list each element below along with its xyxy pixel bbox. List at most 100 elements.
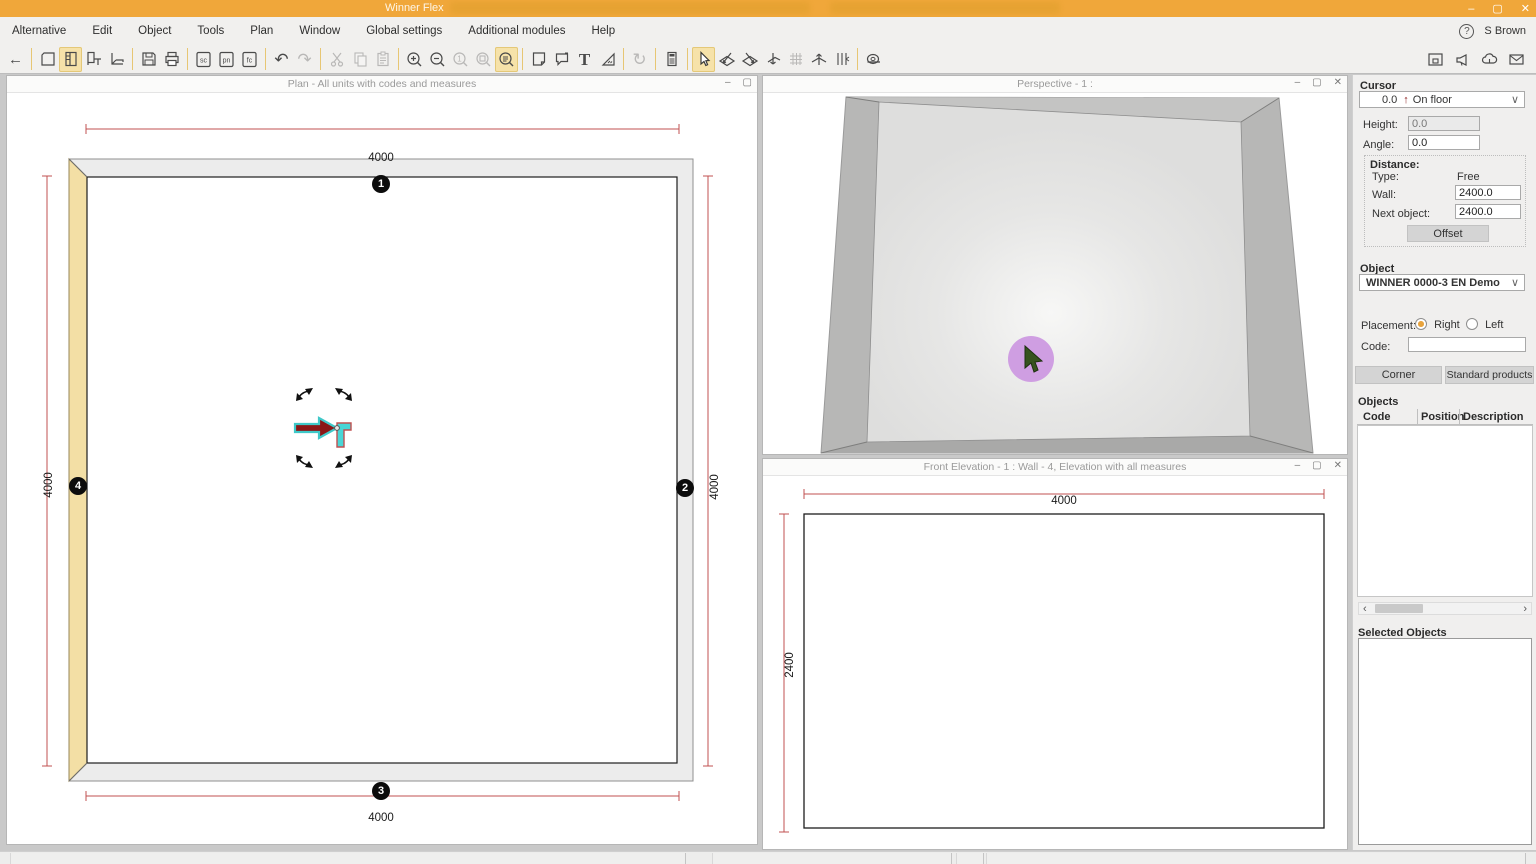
scroll-left-icon[interactable]: ‹	[1363, 603, 1367, 615]
calculator-button[interactable]	[660, 47, 683, 72]
plan-window-titlebar[interactable]: Plan - All units with codes and measures…	[7, 76, 757, 93]
note-button[interactable]	[527, 47, 550, 72]
tape-measure-button[interactable]	[862, 47, 885, 72]
rotate-view-button[interactable]: ↻	[628, 47, 651, 72]
dimension-tool-button[interactable]	[596, 47, 619, 72]
menu-tools[interactable]: Tools	[195, 23, 226, 39]
plan-minimize-button[interactable]: –	[725, 77, 731, 88]
cut-button[interactable]	[325, 47, 348, 72]
menu-window[interactable]: Window	[297, 23, 342, 39]
wall-marker-1[interactable]: 1	[372, 175, 390, 193]
text-tool-button[interactable]: T	[573, 47, 596, 72]
select-tool-button[interactable]	[692, 47, 715, 72]
title-bar: Winner Flex – ▢ ✕	[0, 0, 1536, 17]
paste-button[interactable]	[371, 47, 394, 72]
fc-document-button[interactable]: fc	[238, 47, 261, 72]
elevation-window-titlebar[interactable]: Front Elevation - 1 : Wall - 4, Elevatio…	[763, 459, 1347, 476]
mail-button[interactable]	[1505, 47, 1528, 72]
svg-text:1: 1	[457, 54, 462, 63]
elevation-view-button[interactable]	[59, 47, 82, 72]
pn-document-button[interactable]: pn	[215, 47, 238, 72]
zoom-in-button[interactable]	[403, 47, 426, 72]
minimize-button[interactable]: –	[1468, 3, 1474, 15]
next-object-input[interactable]: 2400.0	[1455, 204, 1521, 219]
cloud-button[interactable]	[1478, 47, 1501, 72]
wall-marker-2[interactable]: 2	[676, 479, 694, 497]
wall-marker-3[interactable]: 3	[372, 782, 390, 800]
objects-col-code[interactable]: Code	[1363, 411, 1391, 423]
corner-view-button[interactable]	[105, 47, 128, 72]
objects-col-position[interactable]: Position	[1421, 411, 1464, 423]
menu-plan[interactable]: Plan	[248, 23, 275, 39]
wall-tool-right-button[interactable]	[738, 47, 761, 72]
menu-global-settings[interactable]: Global settings	[364, 23, 444, 39]
menu-object[interactable]: Object	[136, 23, 173, 39]
placement-left-radio[interactable]: Left	[1466, 318, 1503, 331]
user-name[interactable]: S Brown	[1484, 25, 1526, 37]
corner-button[interactable]: Corner	[1355, 366, 1442, 384]
wall-direction-icon	[809, 50, 829, 69]
perspective-minimize-button[interactable]: –	[1295, 77, 1301, 88]
wall-marker-4[interactable]: 4	[69, 477, 87, 495]
unit-view-button[interactable]	[82, 47, 105, 72]
menu-help[interactable]: Help	[589, 23, 617, 39]
height-input[interactable]: 0.0	[1408, 116, 1480, 131]
copy-button[interactable]	[348, 47, 371, 72]
maximize-button[interactable]: ▢	[1492, 2, 1502, 15]
perspective-close-button[interactable]: ✕	[1334, 77, 1342, 88]
cursor-position-value: 0.0	[1382, 94, 1397, 106]
objects-list[interactable]	[1357, 425, 1533, 597]
redo-button[interactable]: ↷	[293, 47, 316, 72]
zoom-fit-button[interactable]	[495, 47, 518, 72]
help-icon[interactable]: ?	[1459, 24, 1474, 39]
plan-maximize-button[interactable]: ▢	[743, 77, 752, 88]
save-button[interactable]	[137, 47, 160, 72]
undo-button[interactable]: ↶	[270, 47, 293, 72]
wall-direction-button[interactable]	[807, 47, 830, 72]
wall-tool-left-button[interactable]	[715, 47, 738, 72]
distance-wall-input[interactable]: 2400.0	[1455, 185, 1521, 200]
perspective-canvas[interactable]	[763, 93, 1347, 454]
plan-view-button[interactable]	[36, 47, 59, 72]
elevation-maximize-button[interactable]: ▢	[1312, 460, 1321, 471]
status-segment	[10, 853, 686, 864]
plan-canvas[interactable]: 4000 4000 4000 4000 1 2 3 4	[7, 93, 757, 844]
elevation-canvas[interactable]: 4000 2400	[763, 476, 1347, 849]
zoom-previous-button[interactable]: 1	[449, 47, 472, 72]
plan-dim-bottom: 4000	[361, 812, 401, 824]
grid-button[interactable]	[784, 47, 807, 72]
menu-alternative[interactable]: Alternative	[10, 23, 68, 39]
catalog-dropdown[interactable]: WINNER 0000-3 EN Demo ∨	[1359, 274, 1525, 291]
objects-table-header: Code Position Description	[1357, 409, 1533, 425]
zoom-window-button[interactable]	[472, 47, 495, 72]
offset-button[interactable]: Offset	[1407, 225, 1489, 242]
comment-button[interactable]	[550, 47, 573, 72]
radio-selected-icon	[1415, 318, 1427, 330]
cursor-position-dropdown[interactable]: 0.0 ↑ On floor ∨	[1359, 91, 1525, 108]
zoom-out-button[interactable]	[426, 47, 449, 72]
print-button[interactable]	[160, 47, 183, 72]
scrollbar-thumb[interactable]	[1375, 604, 1423, 613]
elevation-minimize-button[interactable]: –	[1295, 460, 1301, 471]
angle-input[interactable]: 0.0	[1408, 135, 1480, 150]
announcement-button[interactable]	[1451, 47, 1474, 72]
archive-button[interactable]	[1424, 47, 1447, 72]
menu-additional-modules[interactable]: Additional modules	[466, 23, 567, 39]
objects-h-scrollbar[interactable]: ‹ ›	[1358, 602, 1532, 615]
wall-tool-free-button[interactable]	[761, 47, 784, 72]
menu-edit[interactable]: Edit	[90, 23, 114, 39]
objects-col-description[interactable]: Description	[1463, 411, 1524, 423]
toolbar-separator	[655, 48, 656, 70]
close-button[interactable]: ✕	[1521, 2, 1530, 15]
standard-products-button[interactable]: Standard products	[1445, 366, 1534, 384]
scroll-right-icon[interactable]: ›	[1523, 603, 1527, 615]
perspective-window-titlebar[interactable]: Perspective - 1 : – ▢ ✕	[763, 76, 1347, 93]
perspective-maximize-button[interactable]: ▢	[1312, 77, 1321, 88]
code-input[interactable]	[1408, 337, 1526, 352]
back-button[interactable]: ←	[4, 47, 27, 72]
selected-objects-list[interactable]	[1358, 638, 1532, 845]
elevation-close-button[interactable]: ✕	[1334, 460, 1342, 471]
placement-right-radio[interactable]: Right	[1415, 318, 1460, 331]
sc-document-button[interactable]: sc	[192, 47, 215, 72]
parallel-walls-button[interactable]	[830, 47, 853, 72]
